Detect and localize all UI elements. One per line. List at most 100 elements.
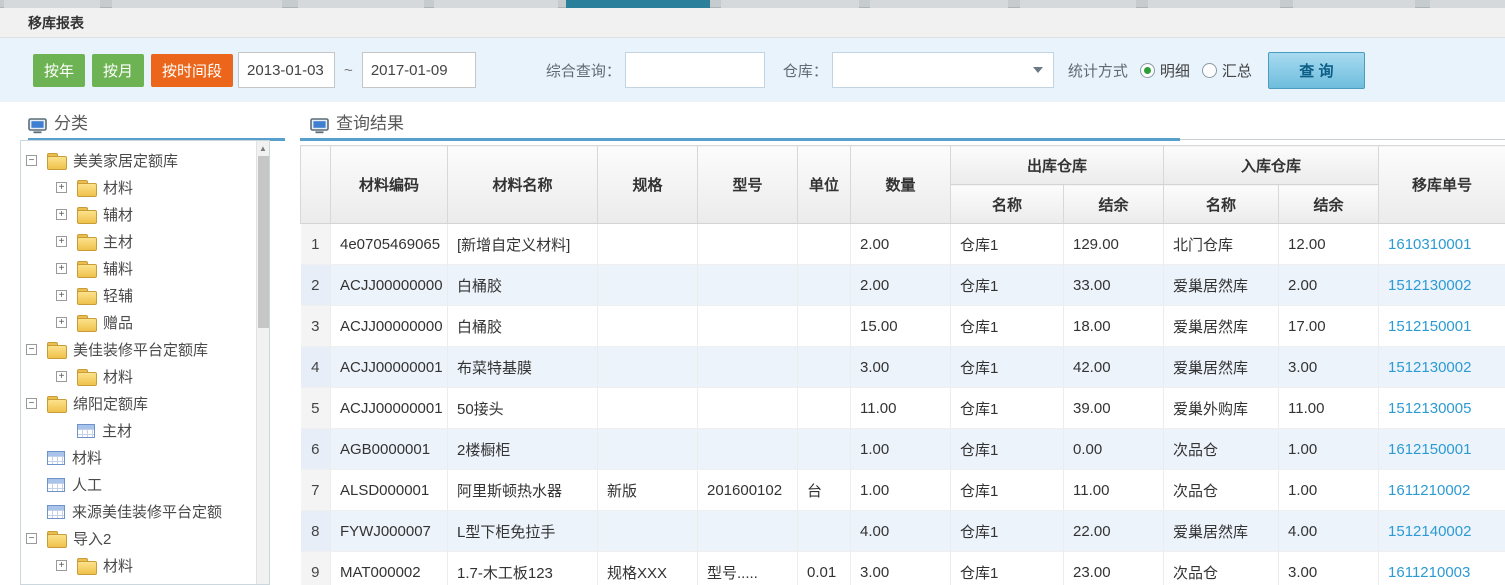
cell-model [698,429,798,470]
table-row[interactable]: 6AGB00000012楼橱柜1.00仓库10.00次品仓1.001612150… [301,429,1505,470]
folder-icon [77,558,96,573]
main-area: 分类 −美美家居定额库+材料+辅材+主材+辅料+轻辅+赠品−美佳装修平台定额库+… [0,102,1505,585]
results-title: 查询结果 [336,109,404,134]
cell-name: 白桶胶 [448,265,598,306]
collapse-icon[interactable]: − [26,533,37,544]
cell-name: [新增自定义材料] [448,224,598,265]
tab[interactable] [721,0,859,8]
cell-qty: 2.00 [851,265,951,306]
cell-spec [598,347,698,388]
expand-icon[interactable]: + [56,560,67,571]
cell-qty: 3.00 [851,347,951,388]
transfer-order-link[interactable]: 1612150001 [1388,441,1471,458]
tab[interactable] [298,0,424,8]
tree-scrollbar[interactable]: ▲ [256,141,269,584]
cell-in_name: 爱巢居然库 [1164,306,1279,347]
combined-query-input[interactable] [625,52,765,88]
tree-item[interactable]: +材料 [21,363,269,390]
transfer-order-link[interactable]: 1512140002 [1388,523,1471,540]
stat-radio-1[interactable] [1202,63,1217,78]
table-icon [77,424,95,438]
tab[interactable] [4,0,100,8]
cell-name: L型下柜免拉手 [448,511,598,552]
collapse-icon[interactable]: − [26,155,37,166]
by-period-button[interactable]: 按时间段 [151,54,233,87]
tree-item[interactable]: −美佳装修平台定额库 [21,336,269,363]
tree-item[interactable]: 来源美佳装修平台定额 [21,498,269,525]
transfer-order-link[interactable]: 1512130002 [1388,277,1471,294]
tree-item[interactable]: +轻辅 [21,282,269,309]
tree-item[interactable]: +主材 [21,228,269,255]
category-title: 分类 [54,109,88,134]
tree-item[interactable]: −绵阳定额库 [21,390,269,417]
cell-in_name: 次品仓 [1164,552,1279,585]
tab[interactable] [1020,0,1136,8]
collapse-icon[interactable]: − [26,398,37,409]
cell-out_balance: 18.00 [1064,306,1164,347]
tree-item[interactable]: 主材 [21,417,269,444]
monitor-icon [310,118,329,134]
date-from-input[interactable] [238,52,335,88]
expand-icon[interactable]: + [56,182,67,193]
table-row[interactable]: 8FYWJ000007L型下柜免拉手4.00仓库122.00爱巢居然库4.001… [301,511,1505,552]
active-tab[interactable] [566,0,710,8]
warehouse-select[interactable] [832,52,1054,88]
expand-icon[interactable]: + [56,263,67,274]
search-button[interactable]: 查 询 [1268,52,1365,89]
collapse-icon[interactable]: − [26,344,37,355]
expand-icon[interactable]: + [56,290,67,301]
cell-out_name: 仓库1 [951,306,1064,347]
tab[interactable] [1430,0,1505,8]
cell-in_name: 爱巢居然库 [1164,511,1279,552]
cell-code: MAT000002 [331,552,448,585]
transfer-order-link[interactable]: 1610310001 [1388,236,1471,253]
by-month-button[interactable]: 按月 [92,54,144,87]
stat-radio-0[interactable] [1140,63,1155,78]
tree-item[interactable]: −美美家居定额库 [21,147,269,174]
tree-item[interactable]: −导入2 [21,525,269,552]
cell-in_balance: 4.00 [1279,511,1379,552]
scroll-up-icon[interactable]: ▲ [257,141,269,155]
by-year-button[interactable]: 按年 [33,54,85,87]
tab[interactable] [434,0,558,8]
folder-icon [77,234,96,249]
tree-item[interactable]: +辅料 [21,255,269,282]
col-out-warehouse-group: 出库仓库 [951,146,1164,185]
table-row[interactable]: 3ACJJ00000000白桶胶15.00仓库118.00爱巢居然库17.001… [301,306,1505,347]
tree-item[interactable]: 材料 [21,444,269,471]
table-row[interactable]: 4ACJJ00000001布菜特基膜3.00仓库142.00爱巢居然库3.001… [301,347,1505,388]
expand-icon[interactable]: + [56,236,67,247]
table-row[interactable]: 7ALSD000001阿里斯顿热水器新版201600102台1.00仓库111.… [301,470,1505,511]
expand-icon[interactable]: + [56,371,67,382]
tree-item[interactable]: +辅材 [21,201,269,228]
table-row[interactable]: 14e0705469065[新增自定义材料]2.00仓库1129.00北门仓库1… [301,224,1505,265]
table-row[interactable]: 5ACJJ0000000150接头11.00仓库139.00爱巢外购库11.00… [301,388,1505,429]
expand-icon[interactable]: + [56,209,67,220]
tree-item-label: 人工 [72,474,102,495]
transfer-order-link[interactable]: 1611210002 [1388,482,1470,499]
tree-item[interactable]: 人工 [21,471,269,498]
cell-name: 50接头 [448,388,598,429]
table-row[interactable]: 9MAT0000021.7-木工板123规格XXX型号.....0.013.00… [301,552,1505,585]
tab[interactable] [1293,0,1415,8]
transfer-order-link[interactable]: 1512130002 [1388,359,1471,376]
tab[interactable] [1148,0,1280,8]
expand-icon[interactable]: + [56,317,67,328]
tree-item[interactable]: +材料 [21,552,269,579]
tab[interactable] [870,0,1008,8]
table-row[interactable]: 2ACJJ00000000白桶胶2.00仓库133.00爱巢居然库2.00151… [301,265,1505,306]
cell-out_name: 仓库1 [951,470,1064,511]
tab[interactable] [112,0,282,8]
folder-icon [77,315,96,330]
transfer-order-link[interactable]: 1611210003 [1388,564,1470,581]
date-to-input[interactable] [362,52,476,88]
cell-out_name: 仓库1 [951,224,1064,265]
transfer-order-link[interactable]: 1512150001 [1388,318,1471,335]
tree-item[interactable]: +材料 [21,174,269,201]
scrollbar-thumb[interactable] [258,156,269,328]
cell-model [698,224,798,265]
transfer-order-link[interactable]: 1512130005 [1388,400,1471,417]
cell-unit [798,306,851,347]
col-in-warehouse-group: 入库仓库 [1164,146,1379,185]
tree-item[interactable]: +赠品 [21,309,269,336]
